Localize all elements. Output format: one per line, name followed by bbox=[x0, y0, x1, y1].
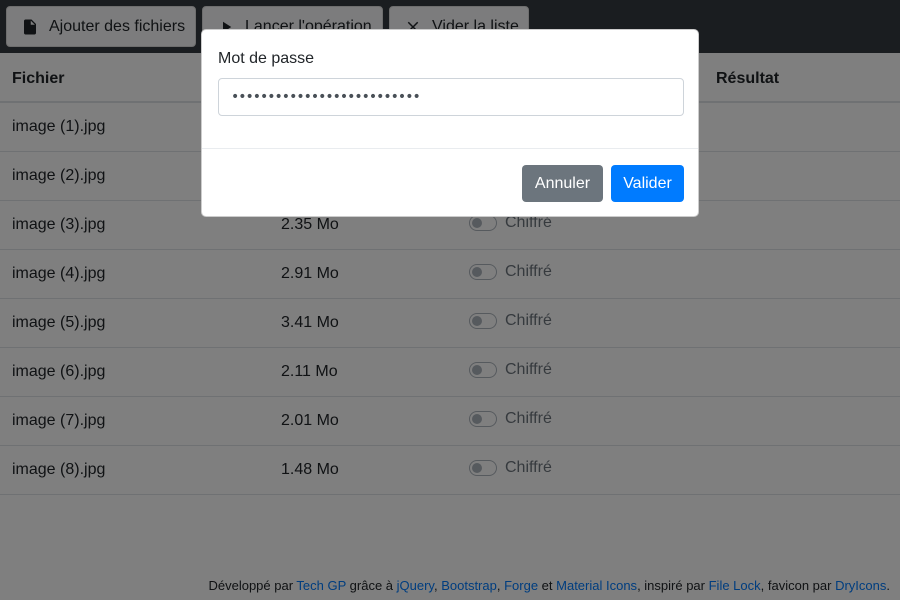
password-dialog: Mot de passe Annuler Valider bbox=[201, 29, 699, 217]
password-label: Mot de passe bbox=[218, 50, 315, 67]
validate-button[interactable]: Valider bbox=[611, 165, 684, 202]
modal-divider bbox=[202, 148, 698, 149]
password-input[interactable] bbox=[218, 78, 684, 116]
cancel-button[interactable]: Annuler bbox=[522, 165, 603, 202]
